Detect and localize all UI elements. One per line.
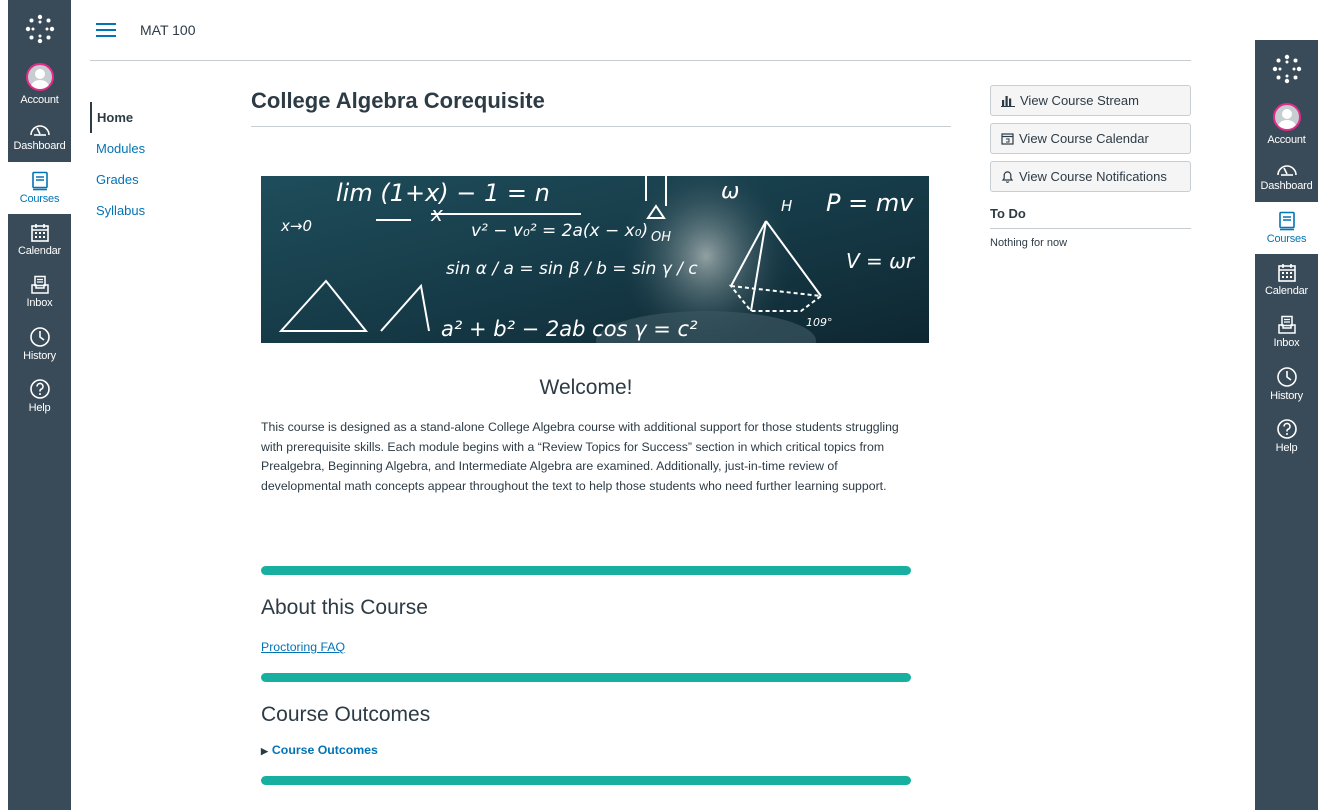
- banner-formula-angle: 109°: [806, 316, 833, 329]
- about-course-heading: About this Course: [261, 596, 428, 619]
- view-course-calendar-button[interactable]: View Course Calendar: [990, 123, 1191, 154]
- global-nav-help[interactable]: Help: [1255, 410, 1318, 462]
- banner-formula-oh: OH: [651, 230, 671, 245]
- global-nav-calendar[interactable]: Calendar: [8, 214, 71, 266]
- page-title: College Algebra Corequisite: [251, 88, 951, 127]
- course-header: MAT 100: [90, 0, 1191, 61]
- banner-formula-sine-rule: sin α / a = sin β / b = sin γ / c: [446, 259, 698, 279]
- canvas-logo-icon: [1272, 54, 1301, 84]
- global-nav-courses[interactable]: Courses: [1255, 202, 1318, 254]
- bell-icon: [1001, 171, 1014, 183]
- canvas-logo[interactable]: [1255, 40, 1318, 98]
- view-course-notifications-button[interactable]: View Course Notifications: [990, 161, 1191, 192]
- global-nav-label: Inbox: [1273, 337, 1300, 349]
- inbox-icon: [30, 275, 49, 294]
- global-nav-dashboard[interactable]: Dashboard: [8, 110, 71, 162]
- course-sidebar: View Course Stream View Course Calendar …: [990, 85, 1191, 249]
- courses-icon: [1278, 211, 1295, 231]
- global-nav-label: Account: [20, 93, 59, 106]
- section-divider: [261, 673, 911, 682]
- course-nav-modules[interactable]: Modules: [90, 133, 240, 164]
- calendar-icon: [1001, 133, 1014, 145]
- help-icon: [29, 379, 50, 399]
- global-nav-label: Dashboard: [13, 140, 66, 152]
- global-nav: Account Dashboard Courses Calendar Inbox…: [8, 0, 71, 810]
- global-nav-label: Help: [1275, 442, 1298, 454]
- avatar: [25, 62, 54, 91]
- global-nav-label: Account: [1267, 133, 1306, 146]
- course-banner-image: lim (1+x) − 1 = n x→0 x v² − v₀² = 2a(x …: [261, 176, 929, 343]
- section-divider: [261, 566, 911, 575]
- banner-formula-h: H: [781, 197, 792, 215]
- help-icon: [1276, 419, 1297, 439]
- calendar-icon: [1277, 264, 1296, 282]
- global-nav-courses[interactable]: Courses: [8, 162, 71, 214]
- global-nav-inbox[interactable]: Inbox: [1255, 306, 1318, 358]
- banner-formula-frac-den: x: [430, 202, 443, 226]
- global-nav-label: History: [1270, 390, 1303, 402]
- hamburger-menu-icon[interactable]: [96, 23, 116, 37]
- global-nav-label: Inbox: [26, 297, 53, 309]
- global-nav-help[interactable]: Help: [8, 370, 71, 422]
- global-nav-dashboard[interactable]: Dashboard: [1255, 150, 1318, 202]
- calendar-icon: [30, 224, 49, 242]
- banner-formula-angular: V = ωr: [846, 249, 916, 273]
- course-nav: Home Modules Grades Syllabus: [90, 102, 240, 226]
- bar-chart-icon: [1001, 95, 1015, 107]
- dashboard-icon: [1276, 165, 1297, 176]
- global-nav-label: Calendar: [17, 245, 62, 257]
- dashboard-icon: [29, 125, 50, 136]
- todo-empty-text: Nothing for now: [990, 237, 1068, 249]
- view-course-calendar-label: View Course Calendar: [1019, 131, 1149, 146]
- global-nav-account[interactable]: Account: [8, 58, 71, 110]
- avatar: [1272, 102, 1301, 131]
- course-intro-text: This course is designed as a stand-alone…: [261, 420, 899, 493]
- banner-formula-limit-sub: x→0: [280, 217, 312, 235]
- history-icon: [1276, 367, 1297, 387]
- global-nav-inbox[interactable]: Inbox: [8, 266, 71, 318]
- banner-formula-omega: ω: [721, 179, 739, 204]
- global-nav-label: Courses: [19, 193, 60, 205]
- global-nav-account[interactable]: Account: [1255, 98, 1318, 150]
- global-nav-label: Courses: [1266, 233, 1307, 245]
- course-nav-syllabus[interactable]: Syllabus: [90, 195, 240, 226]
- global-nav-label: Calendar: [1264, 285, 1309, 297]
- global-nav-duplicate: Account Dashboard Courses Calendar Inbox…: [1255, 40, 1318, 810]
- view-course-notifications-label: View Course Notifications: [1019, 169, 1167, 184]
- banner-formula-limit: lim (1+x) − 1 = n: [336, 179, 550, 207]
- todo-heading: To Do: [990, 206, 1191, 229]
- breadcrumb[interactable]: MAT 100: [140, 22, 196, 38]
- course-nav-home[interactable]: Home: [90, 102, 240, 133]
- canvas-logo[interactable]: [8, 0, 71, 58]
- banner-formula-cosine-rule: a² + b² − 2ab cos γ = c²: [441, 317, 698, 341]
- view-course-stream-label: View Course Stream: [1020, 93, 1139, 108]
- banner-formula-velocity: v² − v₀² = 2a(x − x₀): [471, 221, 648, 241]
- proctoring-faq-link[interactable]: Proctoring FAQ: [261, 640, 345, 654]
- inbox-icon: [1277, 315, 1296, 334]
- course-nav-grades[interactable]: Grades: [90, 164, 240, 195]
- banner-formula-momentum: P = mv: [826, 189, 914, 217]
- course-outcomes-heading: Course Outcomes: [261, 703, 431, 726]
- course-home-content: College Algebra Corequisite lim (1+x) − …: [251, 60, 951, 785]
- expand-triangle-icon: ▶: [261, 746, 268, 756]
- global-nav-history[interactable]: History: [8, 318, 71, 370]
- global-nav-label: History: [23, 350, 56, 362]
- view-course-stream-button[interactable]: View Course Stream: [990, 85, 1191, 116]
- global-nav-label: Help: [28, 402, 51, 414]
- course-outcomes-toggle-label: Course Outcomes: [271, 743, 378, 757]
- global-nav-label: Dashboard: [1260, 180, 1313, 192]
- welcome-heading: Welcome!: [539, 376, 633, 399]
- global-nav-history[interactable]: History: [1255, 358, 1318, 410]
- course-outcomes-toggle[interactable]: ▶ Course Outcomes: [261, 743, 378, 757]
- canvas-logo-icon: [25, 14, 54, 44]
- history-icon: [29, 327, 50, 347]
- courses-icon: [31, 171, 48, 191]
- global-nav-calendar[interactable]: Calendar: [1255, 254, 1318, 306]
- section-divider: [261, 776, 911, 785]
